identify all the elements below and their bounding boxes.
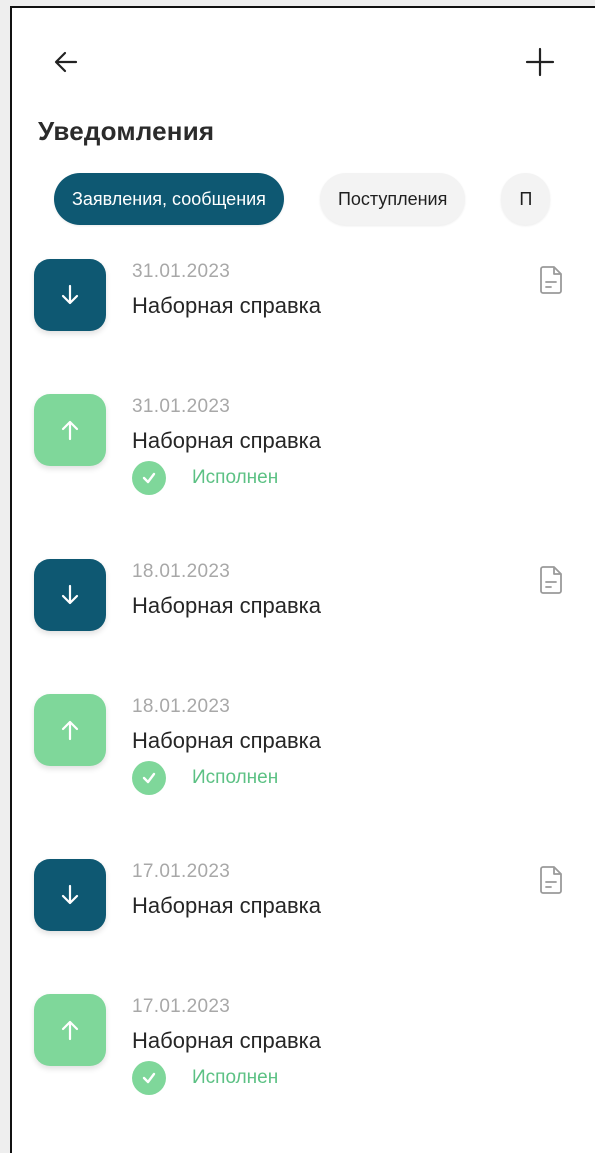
list-item[interactable]: 31.01.2023 Наборная справка Исполнен bbox=[12, 391, 595, 556]
arrow-up-icon bbox=[61, 1020, 79, 1041]
list-item[interactable]: 18.01.2023 Наборная справка bbox=[12, 556, 595, 691]
item-title: Наборная справка bbox=[132, 728, 322, 753]
tab-truncated[interactable]: П bbox=[501, 173, 551, 225]
item-title: Наборная справка bbox=[132, 293, 322, 318]
item-date: 17.01.2023 bbox=[132, 996, 231, 1017]
check-circle-icon bbox=[132, 1061, 166, 1095]
incoming-badge bbox=[34, 259, 106, 331]
list-item[interactable]: 31.01.2023 Наборная справка bbox=[12, 256, 595, 391]
arrow-down-icon bbox=[61, 584, 79, 605]
status-text: Исполнен bbox=[192, 1067, 279, 1088]
document-icon bbox=[540, 566, 562, 594]
item-date: 17.01.2023 bbox=[132, 861, 231, 882]
item-date: 31.01.2023 bbox=[132, 261, 231, 282]
notifications-screen: Уведомления Заявления, сообщения Поступл… bbox=[10, 6, 595, 1153]
tab-receipts[interactable]: Поступления bbox=[319, 173, 466, 225]
list-item[interactable]: 17.01.2023 Наборная справка Исполнен bbox=[12, 991, 595, 1153]
status-badge: Исполнен bbox=[132, 461, 278, 495]
arrow-up-icon bbox=[61, 720, 79, 741]
document-button[interactable] bbox=[534, 562, 568, 598]
page-title: Уведомления bbox=[38, 116, 215, 146]
document-icon bbox=[540, 266, 562, 294]
outgoing-badge bbox=[34, 694, 106, 766]
arrow-left-icon bbox=[54, 51, 78, 73]
item-title: Наборная справка bbox=[132, 593, 322, 618]
status-text: Исполнен bbox=[192, 767, 279, 788]
outgoing-badge bbox=[34, 994, 106, 1066]
add-button[interactable] bbox=[516, 38, 564, 86]
item-title: Наборная справка bbox=[132, 1028, 322, 1053]
document-icon bbox=[540, 866, 562, 894]
back-button[interactable] bbox=[42, 38, 90, 86]
item-date: 31.01.2023 bbox=[132, 396, 231, 417]
status-badge: Исполнен bbox=[132, 761, 278, 795]
list-item[interactable]: 18.01.2023 Наборная справка Исполнен bbox=[12, 691, 595, 856]
outgoing-badge bbox=[34, 394, 106, 466]
document-button[interactable] bbox=[534, 262, 568, 298]
arrow-down-icon bbox=[61, 284, 79, 305]
arrow-up-icon bbox=[61, 420, 79, 441]
item-title: Наборная справка bbox=[132, 893, 322, 918]
notifications-list: 31.01.2023 Наборная справка 31.01.2023 Н… bbox=[12, 256, 595, 1153]
item-date: 18.01.2023 bbox=[132, 561, 231, 582]
tab-statements-messages[interactable]: Заявления, сообщения bbox=[54, 173, 284, 225]
item-date: 18.01.2023 bbox=[132, 696, 231, 717]
check-circle-icon bbox=[132, 761, 166, 795]
toolbar bbox=[12, 8, 595, 118]
arrow-down-icon bbox=[61, 884, 79, 905]
document-button[interactable] bbox=[534, 862, 568, 898]
list-item[interactable]: 17.01.2023 Наборная справка bbox=[12, 856, 595, 991]
plus-icon bbox=[525, 47, 555, 77]
incoming-badge bbox=[34, 559, 106, 631]
item-title: Наборная справка bbox=[132, 428, 322, 453]
incoming-badge bbox=[34, 859, 106, 931]
check-circle-icon bbox=[132, 461, 166, 495]
filter-tabs: Заявления, сообщения Поступления П bbox=[54, 173, 551, 225]
status-text: Исполнен bbox=[192, 467, 279, 488]
status-badge: Исполнен bbox=[132, 1061, 278, 1095]
